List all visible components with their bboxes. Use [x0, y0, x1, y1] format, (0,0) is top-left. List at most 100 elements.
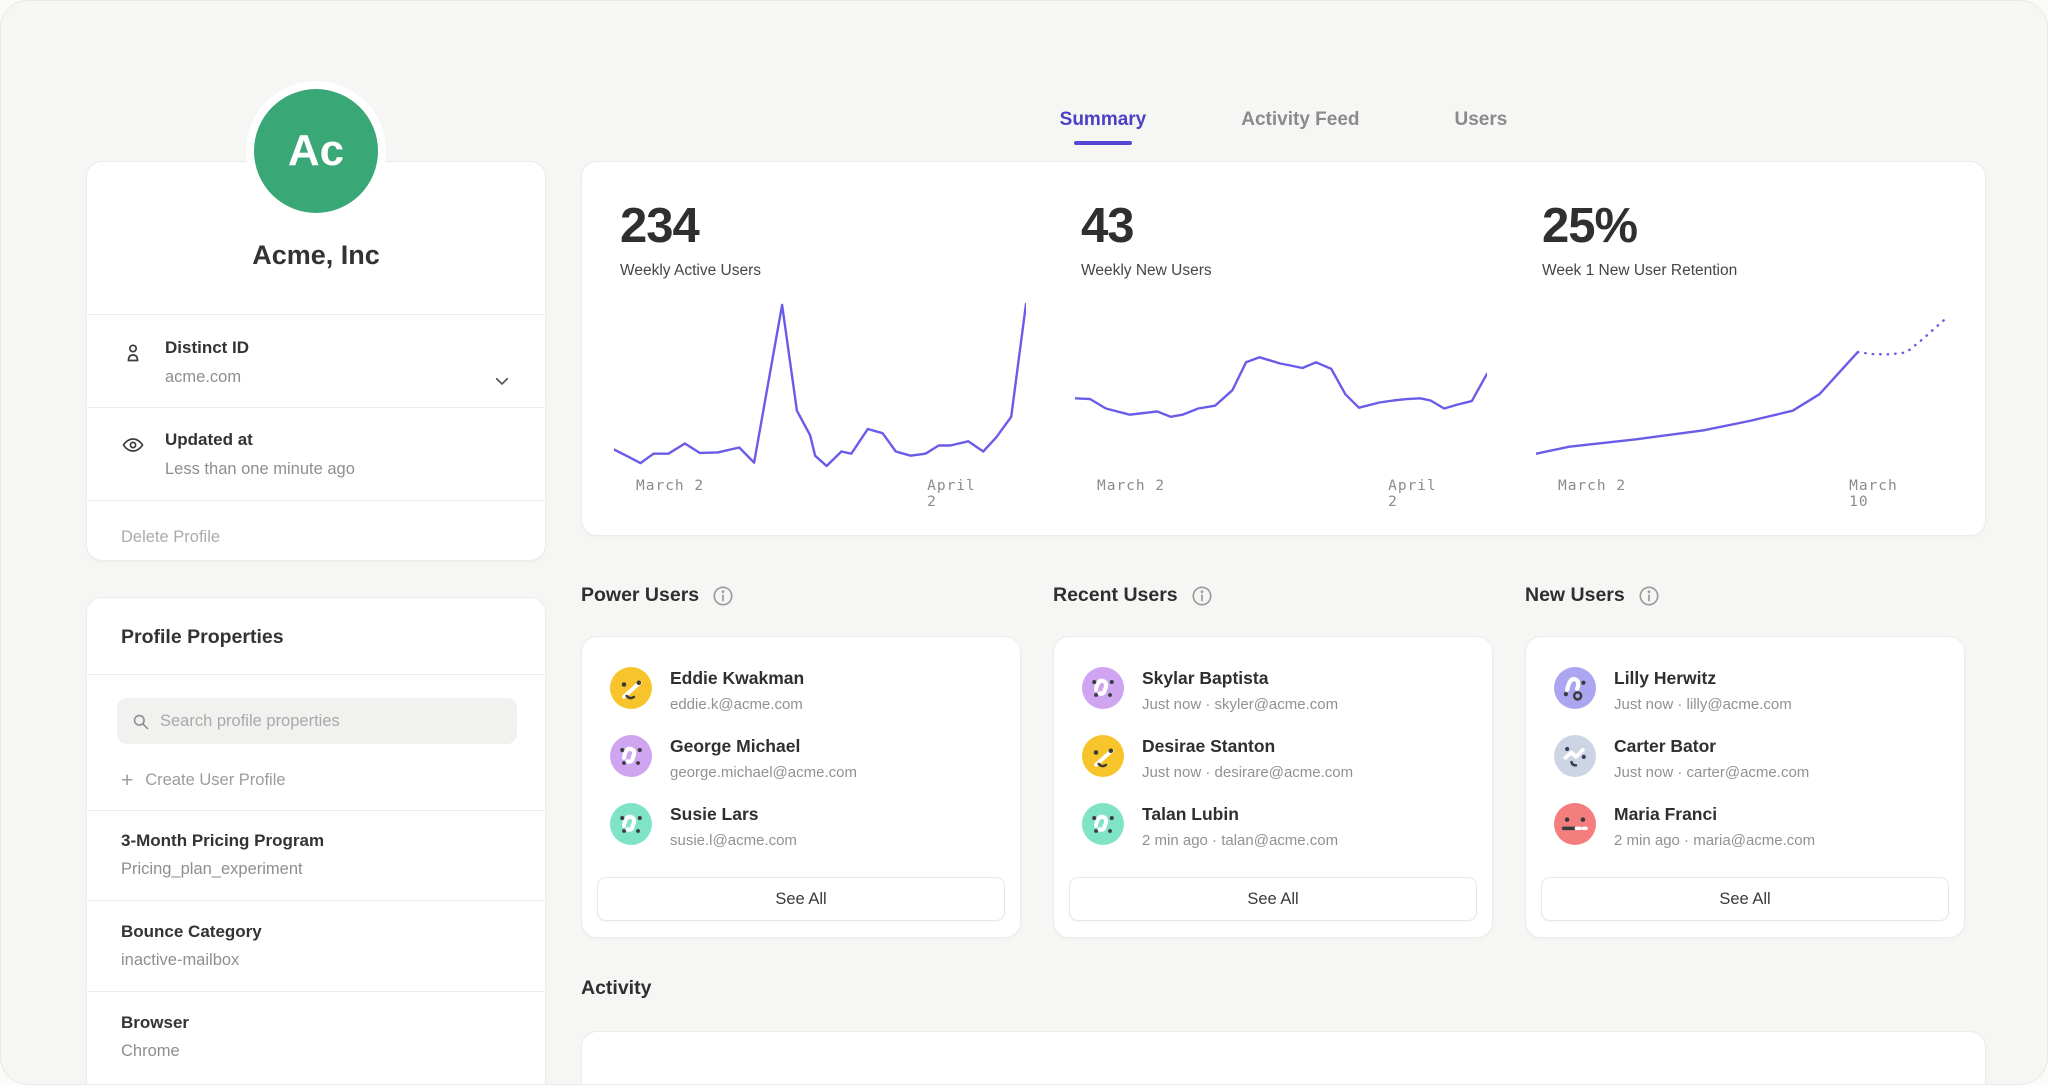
user-row[interactable]: Skylar Baptista Just now · skyler@acme.c…: [1082, 667, 1464, 713]
user-detail: 2 min ago · talan@acme.com: [1142, 832, 1338, 849]
properties-list: 3-Month Pricing Program Pricing_plan_exp…: [87, 810, 545, 1082]
x-tick: March 2: [1097, 478, 1165, 494]
divider: [87, 500, 545, 501]
distinct-id-value: acme.com: [165, 368, 511, 387]
stat-weekly-new-users: 43 Weekly New Users March 2 April 2: [1053, 162, 1514, 535]
profile-properties-title: Profile Properties: [121, 626, 284, 649]
recent-users-header: Recent Users: [1053, 584, 1213, 607]
summary-stats-card: 234 Weekly Active Users March 2 April 2 …: [581, 161, 1986, 536]
recent-users-card: Skylar Baptista Just now · skyler@acme.c…: [1053, 636, 1493, 938]
company-avatar: Ac: [254, 89, 378, 213]
section-title: Power Users: [581, 584, 699, 607]
user-avatar: [1554, 735, 1596, 777]
user-detail: Just now · carter@acme.com: [1614, 764, 1809, 781]
power-users-header: Power Users: [581, 584, 734, 607]
create-user-profile-label: Create User Profile: [145, 771, 285, 790]
updated-at-row: Updated at Less than one minute ago: [87, 430, 545, 479]
section-title: Recent Users: [1053, 584, 1178, 607]
company-name: Acme, Inc: [87, 240, 545, 271]
activity-card: 234 940 3.4k: [581, 1031, 1986, 1085]
user-avatar: [1554, 803, 1596, 845]
user-row[interactable]: Desirae Stanton Just now · desirare@acme…: [1082, 735, 1464, 781]
user-name: Maria Franci: [1614, 804, 1815, 825]
search-profile-properties[interactable]: [117, 698, 517, 744]
user-row[interactable]: Susie Lars susie.l@acme.com: [610, 803, 992, 849]
property-name: 3-Month Pricing Program: [121, 831, 511, 851]
user-avatar: [610, 735, 652, 777]
x-tick: March 2: [1558, 478, 1626, 494]
user-row[interactable]: Carter Bator Just now · carter@acme.com: [1554, 735, 1936, 781]
x-tick: April 2: [927, 478, 993, 510]
user-detail: 2 min ago · maria@acme.com: [1614, 832, 1815, 849]
x-tick: April 2: [1388, 478, 1454, 510]
property-row[interactable]: 3-Month Pricing Program Pricing_plan_exp…: [87, 810, 545, 900]
user-row[interactable]: George Michael george.michael@acme.com: [610, 735, 992, 781]
see-all-button[interactable]: See All: [597, 877, 1005, 921]
user-detail: susie.l@acme.com: [670, 832, 797, 849]
user-detail: george.michael@acme.com: [670, 764, 857, 781]
property-value: inactive-mailbox: [121, 951, 511, 970]
chart-x-axis: March 2 April 2: [1075, 478, 1487, 498]
delete-profile-button[interactable]: Delete Profile: [121, 528, 220, 547]
power-users-card: Eddie Kwakman eddie.k@acme.com George Mi…: [581, 636, 1021, 938]
user-detail: Just now · lilly@acme.com: [1614, 696, 1792, 713]
property-name: Bounce Category: [121, 922, 511, 942]
user-name: Susie Lars: [670, 804, 797, 825]
property-row[interactable]: Browser Chrome: [87, 992, 545, 1082]
user-row[interactable]: Eddie Kwakman eddie.k@acme.com: [610, 667, 992, 713]
tab-summary[interactable]: Summary: [1060, 109, 1147, 145]
stat-value: 234: [620, 198, 1053, 254]
stat-label: Weekly New Users: [1081, 262, 1514, 280]
create-user-profile-button[interactable]: + Create User Profile: [121, 770, 286, 791]
eye-icon: [121, 433, 145, 457]
person-icon: [121, 341, 145, 365]
plus-icon: +: [121, 770, 133, 791]
activity-section-title: Activity: [581, 977, 651, 1000]
property-name: Browser: [121, 1013, 511, 1033]
user-row[interactable]: Lilly Herwitz Just now · lilly@acme.com: [1554, 667, 1936, 713]
stat-label: Weekly Active Users: [620, 262, 1053, 280]
stat-label: Week 1 New User Retention: [1542, 262, 1975, 280]
user-name: Carter Bator: [1614, 736, 1809, 757]
user-detail: eddie.k@acme.com: [670, 696, 804, 713]
search-input[interactable]: [160, 712, 503, 731]
tab-users[interactable]: Users: [1455, 109, 1508, 145]
distinct-id-label: Distinct ID: [165, 338, 511, 358]
property-value: Pricing_plan_experiment: [121, 860, 511, 879]
divider: [87, 407, 545, 408]
profile-card: Acme, Inc Distinct ID acme.com: [86, 161, 546, 561]
user-avatar: [610, 667, 652, 709]
see-all-button[interactable]: See All: [1069, 877, 1477, 921]
activity-stat: 234: [592, 1060, 1053, 1085]
chart-x-axis: March 2 March 10: [1536, 478, 1948, 498]
user-name: Lilly Herwitz: [1614, 668, 1792, 689]
user-avatar: [1082, 735, 1124, 777]
search-icon: [131, 712, 150, 731]
user-row[interactable]: Talan Lubin 2 min ago · talan@acme.com: [1082, 803, 1464, 849]
x-tick: March 10: [1849, 478, 1915, 510]
stat-value: 25%: [1542, 198, 1975, 254]
chevron-down-icon[interactable]: [493, 372, 511, 390]
info-icon[interactable]: [1638, 585, 1660, 607]
updated-at-value: Less than one minute ago: [165, 460, 511, 479]
updated-at-label: Updated at: [165, 430, 511, 450]
tab-activity-feed[interactable]: Activity Feed: [1241, 109, 1359, 145]
info-icon[interactable]: [712, 585, 734, 607]
user-row[interactable]: Maria Franci 2 min ago · maria@acme.com: [1554, 803, 1936, 849]
property-value: Chrome: [121, 1042, 511, 1061]
divider: [87, 314, 545, 315]
new-users-card: Lilly Herwitz Just now · lilly@acme.com …: [1525, 636, 1965, 938]
section-title: New Users: [1525, 584, 1625, 607]
chart-x-axis: March 2 April 2: [614, 478, 1026, 498]
stat-value: 43: [1081, 198, 1514, 254]
activity-stat: 3.4k: [1514, 1060, 1975, 1085]
see-all-button[interactable]: See All: [1541, 877, 1949, 921]
info-icon[interactable]: [1191, 585, 1213, 607]
distinct-id-row[interactable]: Distinct ID acme.com: [87, 338, 545, 387]
user-avatar: [610, 803, 652, 845]
user-avatar: [1554, 667, 1596, 709]
property-row[interactable]: Bounce Category inactive-mailbox: [87, 901, 545, 991]
user-profile-dashboard: Ac Acme, Inc Distinct ID acme.com: [0, 0, 2048, 1085]
stat-weekly-active-users: 234 Weekly Active Users March 2 April 2: [592, 162, 1053, 535]
user-detail: Just now · desirare@acme.com: [1142, 764, 1353, 781]
